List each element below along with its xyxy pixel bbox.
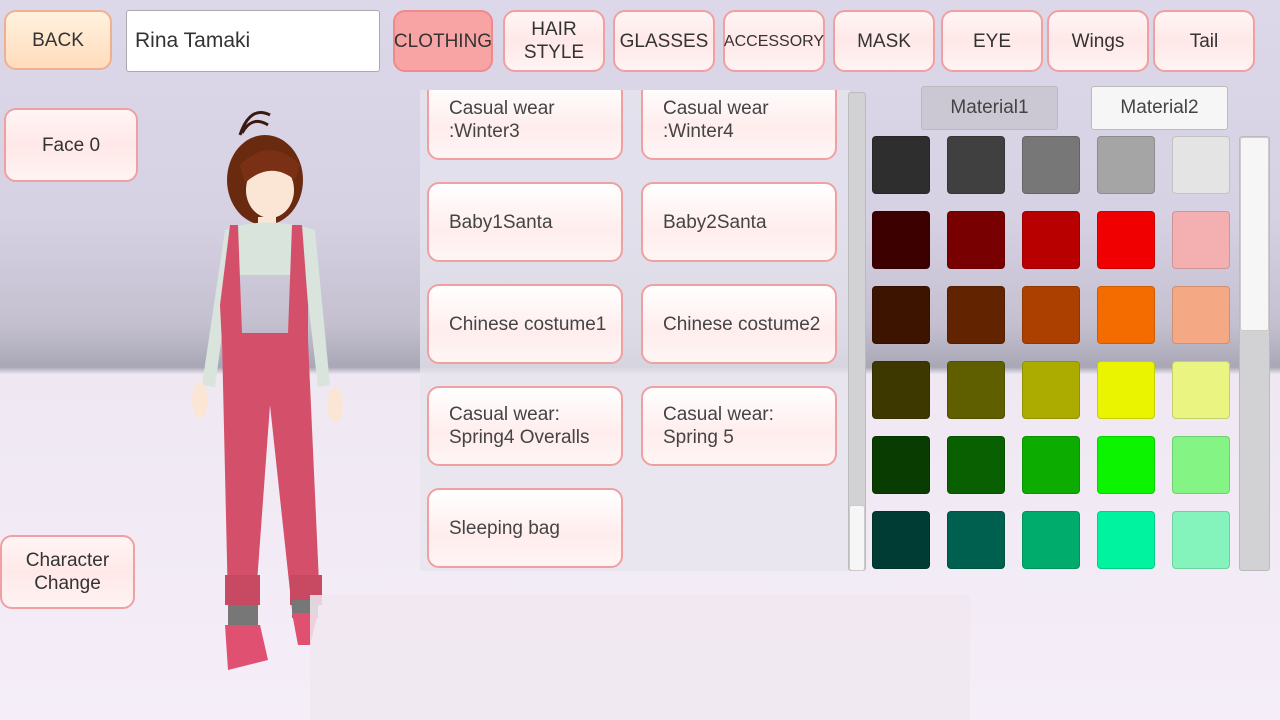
color-swatch[interactable] bbox=[1172, 511, 1230, 569]
clothing-item[interactable]: Baby1Santa bbox=[427, 182, 623, 262]
color-swatch[interactable] bbox=[1022, 286, 1080, 344]
color-swatch[interactable] bbox=[1172, 361, 1230, 419]
character-name-input[interactable]: Rina Tamaki bbox=[126, 10, 380, 72]
color-swatch[interactable] bbox=[947, 136, 1005, 194]
tab-mask[interactable]: MASK bbox=[833, 10, 935, 72]
clothing-item[interactable]: Sleeping bag bbox=[427, 488, 623, 568]
color-swatch[interactable] bbox=[1097, 511, 1155, 569]
color-swatch[interactable] bbox=[872, 211, 930, 269]
character-model bbox=[192, 111, 343, 670]
clothing-item[interactable]: Baby2Santa bbox=[641, 182, 837, 262]
color-scrollbar[interactable] bbox=[1239, 136, 1270, 571]
color-swatch[interactable] bbox=[1172, 436, 1230, 494]
clothing-item[interactable]: Chinese costume1 bbox=[427, 284, 623, 364]
color-swatch[interactable] bbox=[947, 361, 1005, 419]
color-swatch[interactable] bbox=[1172, 136, 1230, 194]
color-swatch[interactable] bbox=[1097, 136, 1155, 194]
clothing-scroll-handle[interactable] bbox=[849, 505, 865, 571]
tab-tail[interactable]: Tail bbox=[1153, 10, 1255, 72]
color-swatch[interactable] bbox=[872, 436, 930, 494]
color-swatch[interactable] bbox=[872, 286, 930, 344]
material1-tab[interactable]: Material1 bbox=[921, 86, 1058, 130]
message-area bbox=[310, 595, 970, 720]
back-button[interactable]: BACK bbox=[4, 10, 112, 70]
color-swatch[interactable] bbox=[947, 211, 1005, 269]
color-swatch[interactable] bbox=[872, 136, 930, 194]
tab-eye[interactable]: EYE bbox=[941, 10, 1043, 72]
color-swatch[interactable] bbox=[1097, 361, 1155, 419]
tab-hair-style[interactable]: HAIR STYLE bbox=[503, 10, 605, 72]
tab-clothing[interactable]: CLOTHING bbox=[393, 10, 493, 72]
color-swatch[interactable] bbox=[872, 361, 930, 419]
color-swatch[interactable] bbox=[1097, 436, 1155, 494]
clothing-list-scrollbar[interactable] bbox=[848, 92, 866, 571]
color-swatch[interactable] bbox=[1022, 511, 1080, 569]
color-swatch[interactable] bbox=[1097, 211, 1155, 269]
clothing-item[interactable]: Casual wear: Spring 5 bbox=[641, 386, 837, 466]
clothing-item[interactable]: Casual wear: Spring4 Overalls bbox=[427, 386, 623, 466]
color-scroll-handle[interactable] bbox=[1240, 137, 1269, 331]
clothing-item[interactable]: Casual wear :Winter4 bbox=[641, 90, 837, 160]
tab-glasses[interactable]: GLASSES bbox=[613, 10, 715, 72]
face-button[interactable]: Face 0 bbox=[4, 108, 138, 182]
color-swatch[interactable] bbox=[1172, 286, 1230, 344]
color-swatch[interactable] bbox=[1022, 361, 1080, 419]
color-swatch[interactable] bbox=[1022, 211, 1080, 269]
color-swatch[interactable] bbox=[947, 511, 1005, 569]
color-swatch[interactable] bbox=[947, 286, 1005, 344]
color-swatch[interactable] bbox=[1022, 136, 1080, 194]
character-change-button[interactable]: Character Change bbox=[0, 535, 135, 609]
material2-tab[interactable]: Material2 bbox=[1091, 86, 1228, 130]
color-swatch[interactable] bbox=[947, 436, 1005, 494]
clothing-item[interactable]: Chinese costume2 bbox=[641, 284, 837, 364]
color-swatch[interactable] bbox=[1097, 286, 1155, 344]
clothing-item[interactable]: Casual wear :Winter3 bbox=[427, 90, 623, 160]
color-swatch[interactable] bbox=[872, 511, 930, 569]
tab-accessory[interactable]: ACCESSORY bbox=[723, 10, 825, 72]
tab-wings[interactable]: Wings bbox=[1047, 10, 1149, 72]
clothing-list: Casual wear :Winter3 Casual wear :Winter4… bbox=[420, 90, 850, 571]
color-swatch[interactable] bbox=[1172, 211, 1230, 269]
color-swatch[interactable] bbox=[1022, 436, 1080, 494]
